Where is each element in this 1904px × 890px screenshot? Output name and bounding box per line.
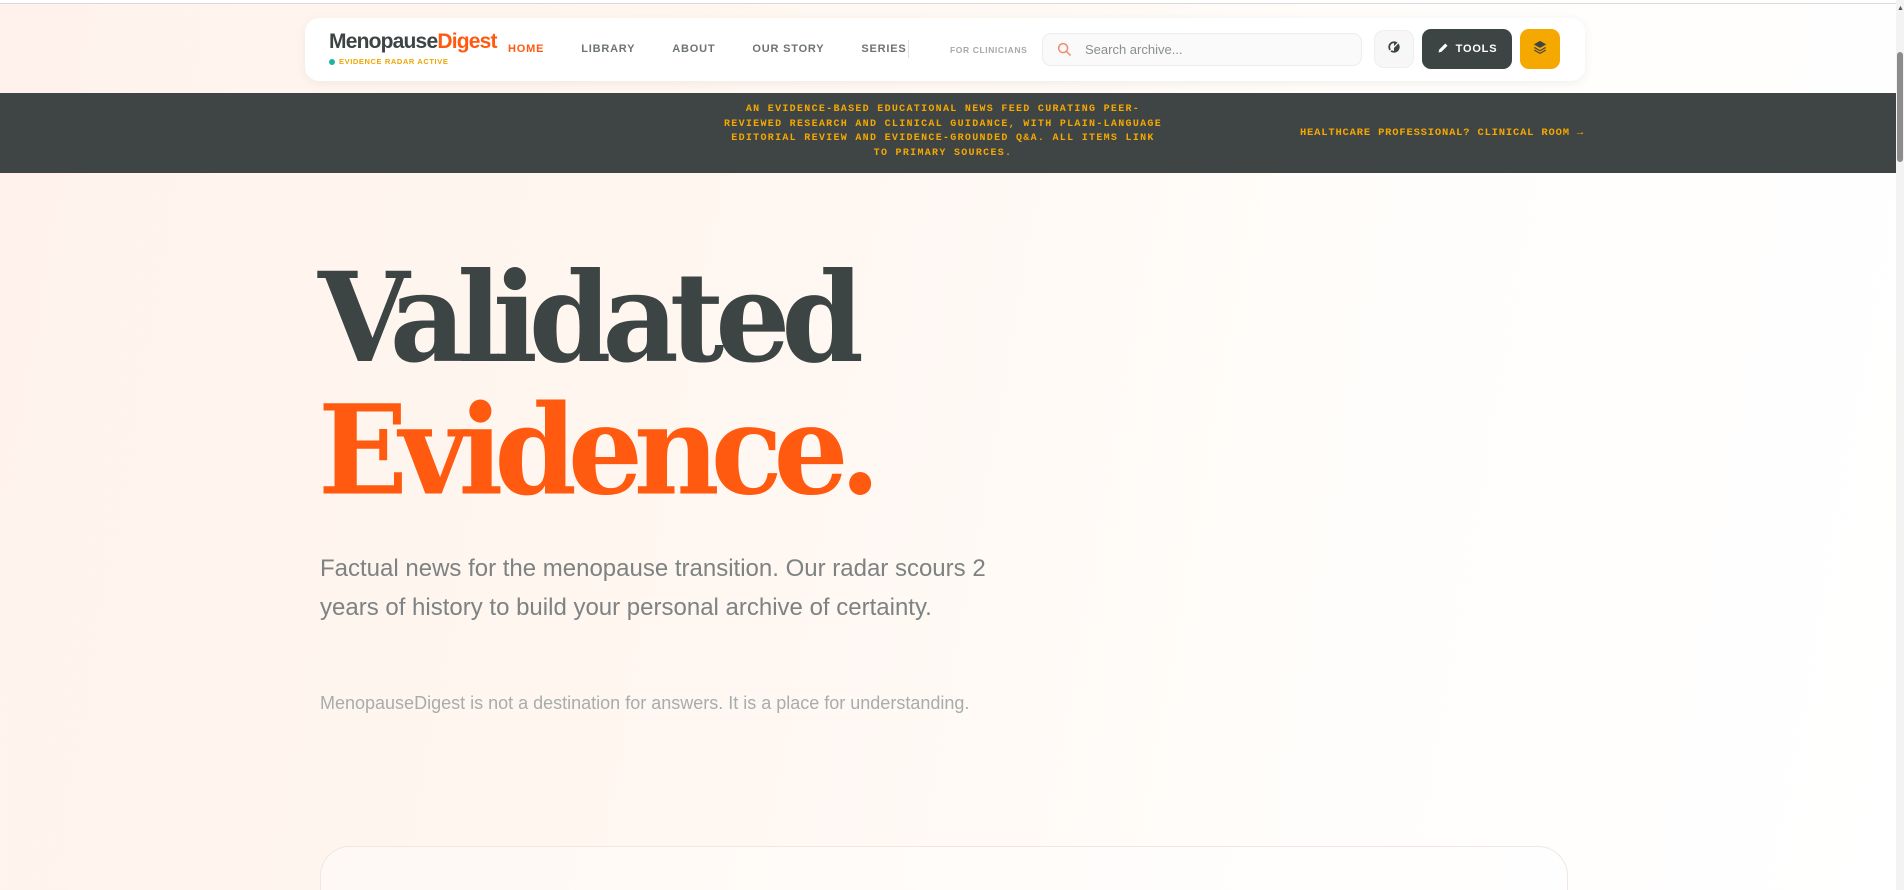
scroll-up-icon[interactable]: ▲ [1897, 5, 1904, 12]
site-header: MenopauseDigest EVIDENCE RADAR ACTIVE HO… [305, 18, 1585, 81]
search-box[interactable] [1042, 33, 1362, 66]
hero-title-line1: Validated [318, 244, 864, 391]
hero-title: Validated Evidence. [318, 244, 881, 523]
nav-item-home[interactable]: HOME [508, 43, 544, 55]
theme-toggle-button[interactable] [1374, 30, 1414, 68]
hero-subtitle: Factual news for the menopause transitio… [320, 555, 986, 621]
tools-button-label: TOOLS [1455, 43, 1498, 55]
logo[interactable]: MenopauseDigest EVIDENCE RADAR ACTIVE [329, 30, 498, 66]
nav-item-library[interactable]: LIBRARY [581, 43, 635, 55]
hero-title-line2: Evidence. [318, 376, 881, 523]
tools-button[interactable]: TOOLS [1422, 29, 1512, 69]
scrollbar-thumb[interactable] [1897, 52, 1903, 162]
disclaimer-banner: AN EVIDENCE-BASED EDUCATIONAL NEWS FEED … [0, 93, 1896, 173]
nav-item-our-story[interactable]: OUR STORY [752, 43, 824, 55]
layers-icon [1533, 40, 1547, 59]
banner-text: AN EVIDENCE-BASED EDUCATIONAL NEWS FEED … [723, 104, 1163, 159]
content-card [320, 846, 1568, 890]
nav-item-series[interactable]: SERIES [861, 43, 906, 55]
logo-wordmark: MenopauseDigest [329, 30, 498, 53]
browser-top-strip [0, 0, 1904, 4]
layers-button[interactable] [1520, 29, 1560, 69]
clinical-room-link[interactable]: HEALTHCARE PROFESSIONAL? CLINICAL ROOM → [1300, 127, 1584, 139]
radar-status: EVIDENCE RADAR ACTIVE [329, 57, 497, 66]
main-nav: HOME LIBRARY ABOUT OUR STORY SERIES [508, 43, 944, 55]
hero-note: MenopauseDigest is not a destination for… [320, 693, 970, 713]
status-dot-icon [329, 58, 335, 65]
search-input[interactable] [1085, 42, 1345, 57]
nav-divider [908, 40, 909, 58]
contrast-icon [1387, 40, 1401, 59]
search-icon [1057, 42, 1073, 58]
for-clinicians-link[interactable]: FOR CLINICIANS [950, 45, 1027, 55]
page-scrollbar[interactable]: ▲ [1896, 0, 1904, 890]
pencil-icon [1437, 42, 1449, 57]
radar-status-label: EVIDENCE RADAR ACTIVE [339, 57, 449, 66]
nav-item-about[interactable]: ABOUT [672, 43, 715, 55]
